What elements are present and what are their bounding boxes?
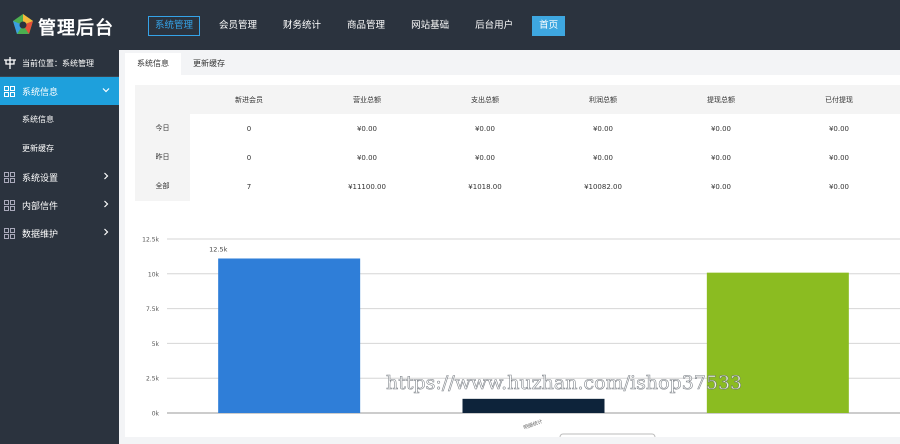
main-content: 系统信息 更新缓存 新进会员 营业总额 支出总额 利润总额 提现总额 已付提现 … (119, 50, 900, 444)
stats-col-header: 提现总额 (707, 95, 735, 104)
sidebar-group-label: 系统信息 (22, 87, 59, 98)
stats-cell: ¥0.00 (474, 124, 496, 133)
stats-cell: ¥0.00 (592, 124, 614, 133)
y-tick-label: 10k (148, 271, 160, 278)
finance-bar-chart: 0k2.5k5k7.5k10k12.5k12.5k明细统计收入支出利润 (142, 237, 900, 437)
stats-cell: ¥0.00 (474, 153, 496, 162)
sidebar-item-update-cache[interactable]: 更新缓存 (0, 134, 119, 163)
stats-cell: 0 (246, 124, 252, 133)
stats-cell: ¥0.00 (710, 182, 732, 191)
stats-row-label: 今日 (135, 114, 190, 143)
stats-cell: ¥0.00 (828, 182, 850, 191)
stats-col-header: 新进会员 (235, 95, 263, 104)
y-tick-label: 0k (152, 411, 160, 418)
data-label: 12.5k (209, 245, 227, 253)
stats-row-total: 全部 7 ¥11100.00 ¥1018.00 ¥10082.00 ¥0.00 … (135, 172, 900, 201)
tab-bar: 系统信息 更新缓存 (125, 53, 237, 75)
sidebar-group-label: 系统设置 (22, 173, 59, 184)
nav-site-basics[interactable]: 网站基础 (404, 16, 456, 36)
stats-col-header: 营业总额 (353, 95, 381, 104)
bar-1 (462, 398, 605, 413)
chevron-right-icon (104, 200, 109, 208)
stats-cell: ¥0.00 (356, 153, 378, 162)
stats-col-header: 利润总额 (589, 95, 617, 104)
breadcrumb: 当前位置：系统管理 (0, 50, 119, 77)
stats-cell: ¥0.00 (710, 124, 732, 133)
stats-row-label: 全部 (135, 172, 190, 201)
stats-cell: ¥1018.00 (468, 182, 502, 191)
bar-0 (218, 258, 361, 413)
nav-home-button[interactable]: 首页 (532, 16, 566, 36)
sidebar-group-label: 内部信件 (22, 201, 59, 212)
app-title: 管理后台 (38, 18, 114, 39)
x-axis-label: 明细统计 (522, 418, 543, 431)
tab-update-cache[interactable]: 更新缓存 (181, 53, 237, 75)
grid-icon (4, 85, 15, 97)
stats-col-header: 支出总额 (471, 95, 499, 104)
chevron-right-icon (104, 228, 109, 236)
nav-member-management[interactable]: 会员管理 (212, 16, 264, 36)
stats-cell: ¥10082.00 (584, 182, 622, 191)
nav-product-management[interactable]: 商品管理 (340, 16, 392, 36)
stats-row-label: 昨日 (135, 143, 190, 172)
sidebar-item-system-info[interactable]: 系统信息 (0, 105, 119, 134)
top-bar: 管理后台 系统管理 会员管理 财务统计 商品管理 网站基础 后台用户 首页 (0, 0, 900, 50)
stats-header-row: 新进会员 营业总额 支出总额 利润总额 提现总额 已付提现 (135, 85, 900, 114)
nav-admin-users[interactable]: 后台用户 (468, 16, 520, 36)
nav-finance-stats[interactable]: 财务统计 (276, 16, 328, 36)
stats-cell: ¥0.00 (592, 153, 614, 162)
stats-cell: 7 (246, 182, 252, 191)
stats-cell: ¥0.00 (828, 124, 850, 133)
breadcrumb-text: 当前位置：系统管理 (22, 58, 94, 68)
stats-row-today: 今日 0 ¥0.00 ¥0.00 ¥0.00 ¥0.00 ¥0.00 (135, 114, 900, 143)
stats-row-yesterday: 昨日 0 ¥0.00 ¥0.00 ¥0.00 ¥0.00 ¥0.00 (135, 143, 900, 172)
stats-cell: 0 (246, 153, 252, 162)
y-tick-label: 2.5k (146, 376, 160, 383)
sidebar-group-system-info[interactable]: 系统信息 (0, 77, 119, 105)
sidebar-group-label: 数据维护 (22, 229, 59, 240)
y-tick-label: 7.5k (146, 306, 160, 313)
chevron-down-icon (102, 88, 110, 93)
stats-cell: ¥0.00 (828, 153, 850, 162)
sidebar-group-system-settings[interactable]: 系统设置 (0, 163, 119, 191)
logo-icon (13, 14, 33, 34)
grid-icon (4, 171, 15, 183)
grid-icon (4, 227, 15, 239)
sidebar-group-data-maintenance[interactable]: 数据维护 (0, 219, 119, 247)
sidebar: 当前位置：系统管理 系统信息 系统信息 更新缓存 系统设置 内部信件 数据维护 (0, 50, 119, 444)
y-tick-label: 12.5k (142, 237, 159, 244)
chevron-right-icon (104, 172, 109, 180)
location-pin-icon (4, 57, 16, 69)
nav-system-management[interactable]: 系统管理 (148, 16, 201, 36)
content-panel: 新进会员 营业总额 支出总额 利润总额 提现总额 已付提现 今日 0 ¥0.00… (125, 75, 900, 437)
legend-box (559, 433, 656, 437)
stats-cell: ¥0.00 (356, 124, 378, 133)
stats-cell: ¥0.00 (710, 153, 732, 162)
stats-col-header: 已付提现 (825, 95, 853, 104)
sidebar-group-internal-mail[interactable]: 内部信件 (0, 191, 119, 219)
bar-2 (706, 272, 849, 413)
tab-system-info[interactable]: 系统信息 (125, 53, 181, 75)
y-tick-label: 5k (152, 341, 160, 348)
grid-icon (4, 199, 15, 211)
stats-table: 新进会员 营业总额 支出总额 利润总额 提现总额 已付提现 今日 0 ¥0.00… (135, 85, 900, 201)
stats-cell: ¥11100.00 (348, 182, 386, 191)
top-nav: 系统管理 会员管理 财务统计 商品管理 网站基础 后台用户 首页 (148, 16, 566, 36)
